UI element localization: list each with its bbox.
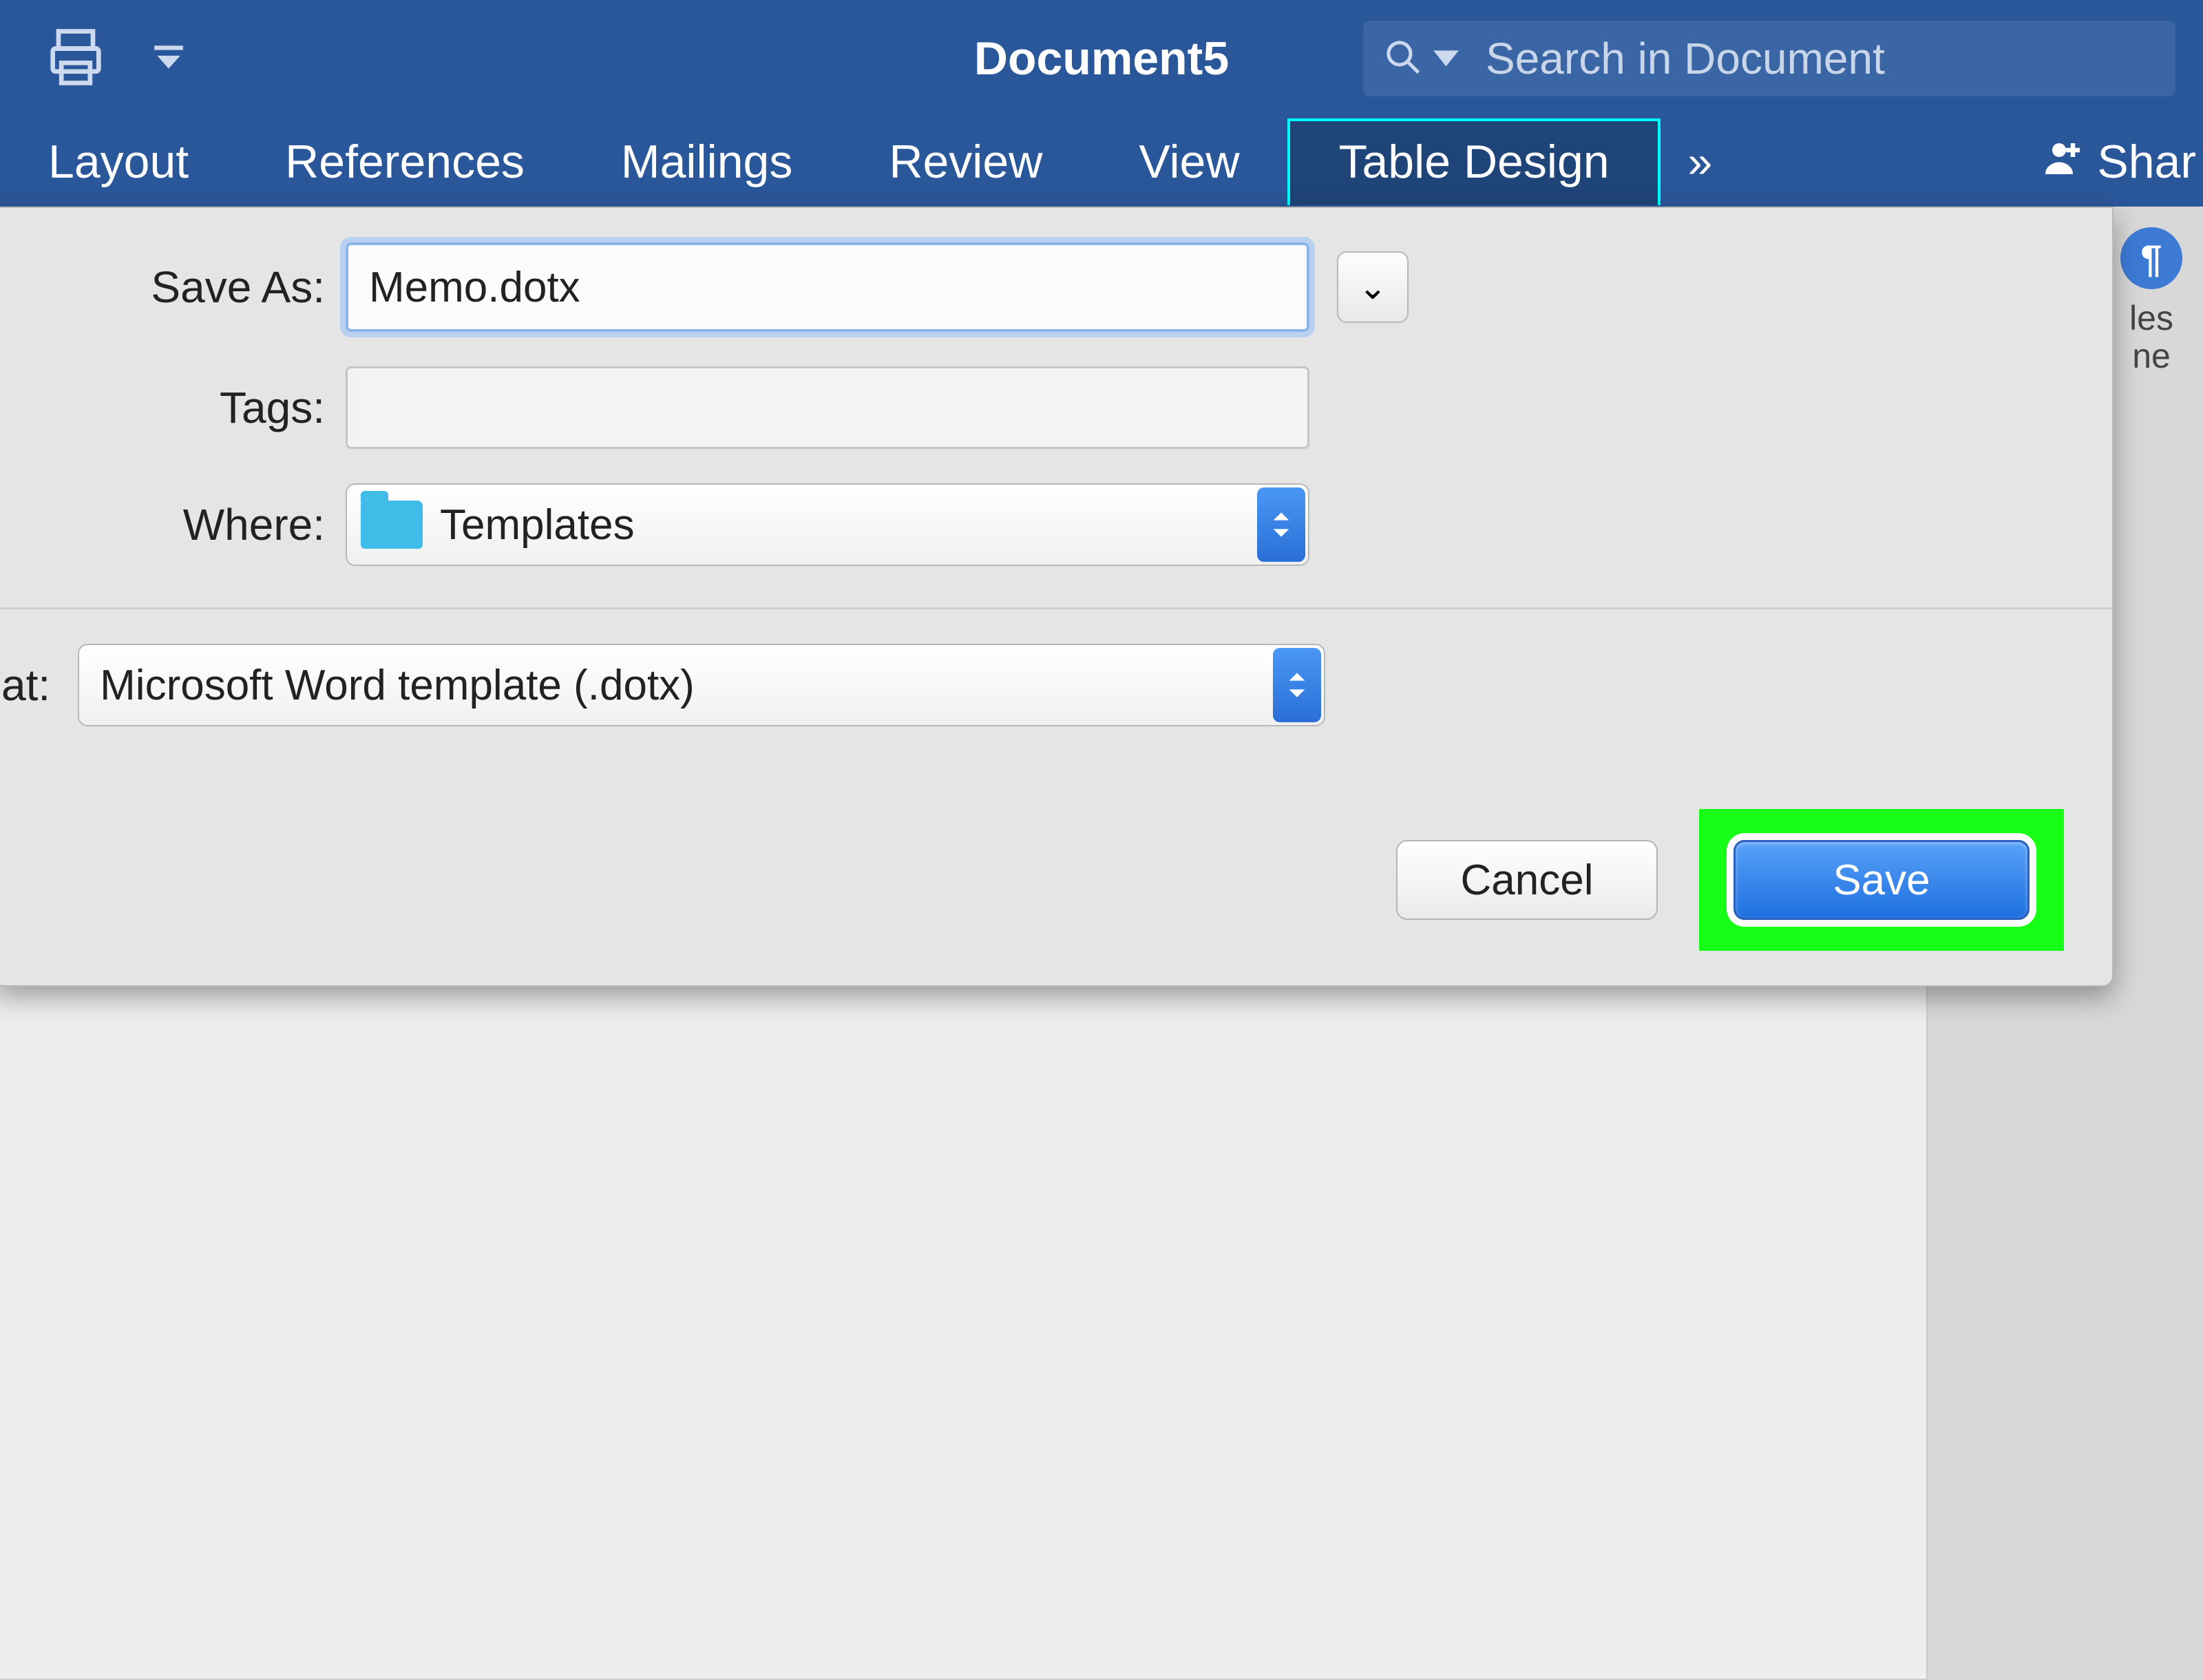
file-format-value: Microsoft Word template (.dotx) <box>100 661 695 710</box>
folder-icon <box>361 501 423 549</box>
tags-row: Tags: <box>56 366 2050 449</box>
cancel-button[interactable]: Cancel <box>1396 840 1658 920</box>
styles-pane-button[interactable]: ¶ les ne <box>2120 227 2182 375</box>
share-button[interactable]: Shar <box>2042 135 2196 189</box>
pilcrow-icon: ¶ <box>2120 227 2182 289</box>
stepper-icon <box>1273 648 1321 722</box>
more-tabs-icon[interactable]: » <box>1661 136 1740 187</box>
dialog-divider <box>0 607 2112 609</box>
quick-access-dropdown-icon[interactable] <box>151 40 186 78</box>
tab-mailings[interactable]: Mailings <box>573 118 841 205</box>
tab-table-design[interactable]: Table Design <box>1287 118 1660 205</box>
expand-dialog-button[interactable]: ⌄ <box>1337 251 1409 323</box>
styles-pane-label-line2: ne <box>2120 337 2182 375</box>
user-plus-icon <box>2042 135 2083 189</box>
tags-input[interactable] <box>346 366 1309 449</box>
search-field[interactable]: Search in Document <box>1363 21 2175 96</box>
save-dialog: Save As: ⌄ Tags: Where: Templates <box>0 207 2114 987</box>
document-title: Document5 <box>974 32 1229 85</box>
dialog-footer: Cancel Save <box>0 809 2064 951</box>
file-format-label: at: <box>0 660 78 711</box>
quick-access-toolbar <box>41 23 186 95</box>
save-as-label: Save As: <box>56 262 346 313</box>
ribbon-tabs: Layout References Mailings Review View T… <box>0 117 2203 207</box>
tab-view[interactable]: View <box>1090 118 1287 205</box>
stepper-icon <box>1257 487 1305 562</box>
file-format-row: at: Microsoft Word template (.dotx) <box>0 644 2050 726</box>
where-value: Templates <box>440 501 635 549</box>
chevron-down-icon: ⌄ <box>1358 267 1387 307</box>
where-combo[interactable]: Templates <box>346 483 1309 566</box>
save-button[interactable]: Save <box>1733 840 2030 920</box>
share-label: Shar <box>2097 135 2196 189</box>
where-row: Where: Templates <box>56 483 2050 566</box>
tags-label: Tags: <box>56 382 346 433</box>
save-button-highlight: Save <box>1699 809 2064 951</box>
save-as-input[interactable] <box>346 242 1309 332</box>
where-label: Where: <box>56 499 346 550</box>
tab-references[interactable]: References <box>237 118 573 205</box>
search-placeholder: Search in Document <box>1486 33 1885 84</box>
search-icon <box>1384 38 1422 79</box>
chevron-down-icon <box>1427 38 1465 79</box>
file-format-combo[interactable]: Microsoft Word template (.dotx) <box>78 644 1325 726</box>
tab-layout[interactable]: Layout <box>0 118 237 205</box>
tab-review[interactable]: Review <box>841 118 1090 205</box>
styles-pane-label-line1: les <box>2120 300 2182 337</box>
save-as-row: Save As: ⌄ <box>56 242 2050 332</box>
print-icon[interactable] <box>41 23 110 95</box>
title-bar: Document5 Search in Document <box>0 0 2203 117</box>
